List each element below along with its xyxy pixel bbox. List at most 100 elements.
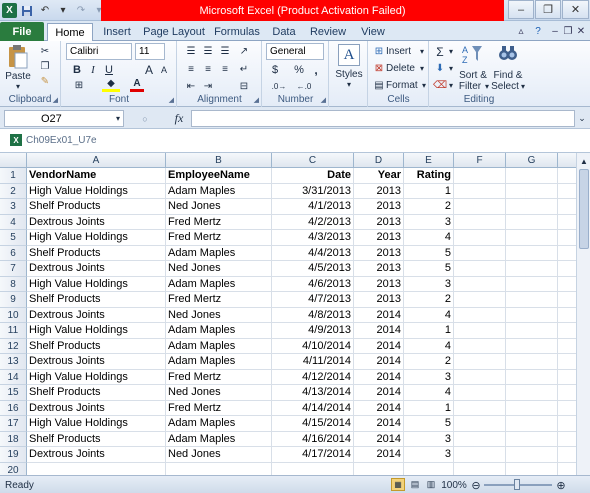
tab-insert[interactable]: Insert [96,23,138,41]
column-header-c[interactable]: C [272,153,354,168]
table-cell[interactable]: 4/13/2014 [272,385,354,401]
row-header[interactable]: 14 [0,369,27,385]
table-cell[interactable] [506,354,558,370]
table-cell[interactable]: Adam Maples [166,183,272,199]
table-cell[interactable]: High Value Holdings [27,276,166,292]
column-header-e[interactable]: E [404,153,454,168]
delete-cells-icon[interactable]: ⊠ [372,61,386,76]
alignment-launcher-icon[interactable]: ◢ [254,96,259,104]
table-cell[interactable] [454,307,506,323]
table-cell[interactable]: High Value Holdings [27,369,166,385]
table-cell[interactable] [506,369,558,385]
table-cell[interactable] [454,245,506,261]
row-header[interactable]: 17 [0,416,27,432]
table-cell[interactable]: 2014 [354,416,404,432]
workbook-close-button[interactable]: ✕ [573,23,589,40]
column-header-a[interactable]: A [27,153,166,168]
table-cell[interactable]: 4/3/2013 [272,230,354,246]
delete-cells-button[interactable]: Delete [386,61,418,76]
zoom-out-button[interactable]: ⊖ [470,478,482,492]
table-cell[interactable]: 3 [404,276,454,292]
tab-view[interactable]: View [354,23,392,41]
name-box[interactable]: O27 [4,110,124,127]
table-cell[interactable]: 2013 [354,245,404,261]
row-header[interactable]: 18 [0,431,27,447]
align-bottom-icon[interactable]: ☰ [217,44,233,59]
number-launcher-icon[interactable]: ◢ [321,96,326,104]
scroll-thumb[interactable] [579,169,589,249]
insert-cells-button[interactable]: Insert [386,44,418,59]
header-cell[interactable]: VendorName [27,168,166,184]
currency-button[interactable]: $ [268,62,282,77]
table-cell[interactable] [454,447,506,463]
tab-data[interactable]: Data [266,23,302,41]
table-cell[interactable]: 4/14/2014 [272,400,354,416]
table-cell[interactable]: 4/17/2014 [272,447,354,463]
table-cell[interactable] [272,462,354,475]
table-cell[interactable]: 2014 [354,369,404,385]
table-cell[interactable]: Fred Mertz [166,292,272,308]
minimize-ribbon-icon[interactable]: ▵ [513,23,529,40]
table-cell[interactable]: 5 [404,416,454,432]
autosum-dropdown-icon[interactable]: ▾ [447,44,455,59]
clipboard-launcher-icon[interactable]: ◢ [53,96,58,104]
table-cell[interactable]: Fred Mertz [166,214,272,230]
table-cell[interactable] [354,462,404,475]
table-cell[interactable]: 3 [404,431,454,447]
tab-home[interactable]: Home [47,23,93,41]
table-cell[interactable]: Shelf Products [27,199,166,215]
fill-icon[interactable]: ⬇ [433,61,447,76]
table-cell[interactable]: 2013 [354,230,404,246]
table-cell[interactable] [506,261,558,277]
table-cell[interactable]: 4 [404,338,454,354]
table-cell[interactable]: 2014 [354,338,404,354]
table-cell[interactable]: 3 [404,214,454,230]
table-cell[interactable]: 2 [404,354,454,370]
table-cell[interactable]: Shelf Products [27,431,166,447]
table-cell[interactable]: 2013 [354,292,404,308]
table-cell[interactable]: Dextrous Joints [27,447,166,463]
table-cell[interactable]: 2013 [354,183,404,199]
table-cell[interactable]: Fred Mertz [166,230,272,246]
table-cell[interactable]: 4/9/2013 [272,323,354,339]
table-cell[interactable]: High Value Holdings [27,323,166,339]
clear-icon[interactable]: ⌫ [433,78,447,93]
table-cell[interactable]: 4/12/2014 [272,369,354,385]
percent-button[interactable]: % [292,62,306,77]
align-left-icon[interactable]: ≡ [183,62,199,77]
table-cell[interactable] [166,462,272,475]
merge-center-icon[interactable]: ⊟ [236,79,252,94]
column-header-b[interactable]: B [166,153,272,168]
table-cell[interactable]: Dextrous Joints [27,400,166,416]
table-cell[interactable]: 4/16/2014 [272,431,354,447]
table-cell[interactable]: 4/7/2013 [272,292,354,308]
table-cell[interactable] [454,199,506,215]
find-select-icon[interactable] [496,43,520,65]
table-cell[interactable]: 4/5/2013 [272,261,354,277]
header-cell[interactable]: EmployeeName [166,168,272,184]
font-launcher-icon[interactable]: ◢ [169,96,174,104]
tab-page-layout[interactable]: Page Layout [140,23,208,41]
name-box-dropdown-icon[interactable]: ▾ [113,112,123,125]
table-cell[interactable]: 4/11/2014 [272,354,354,370]
table-cell[interactable] [454,416,506,432]
tab-review[interactable]: Review [305,23,351,41]
table-cell[interactable]: 4/10/2014 [272,338,354,354]
column-header-d[interactable]: D [354,153,404,168]
table-cell[interactable]: Ned Jones [166,199,272,215]
row-header[interactable]: 20 [0,462,27,475]
table-cell[interactable] [454,400,506,416]
table-cell[interactable] [506,447,558,463]
orientation-icon[interactable]: ↗ [236,44,252,59]
sort-filter-icon[interactable]: AZ [460,43,484,65]
styles-button[interactable]: Styles [332,68,366,80]
table-cell[interactable] [27,462,166,475]
table-cell[interactable]: 4/4/2013 [272,245,354,261]
redo-icon[interactable]: ↷ [73,3,89,19]
header-cell[interactable] [506,168,558,184]
table-cell[interactable]: 2014 [354,400,404,416]
borders-icon[interactable]: ⊞ [70,78,88,92]
save-icon[interactable] [19,3,35,19]
row-header[interactable]: 4 [0,214,27,230]
table-cell[interactable]: 4/8/2013 [272,307,354,323]
